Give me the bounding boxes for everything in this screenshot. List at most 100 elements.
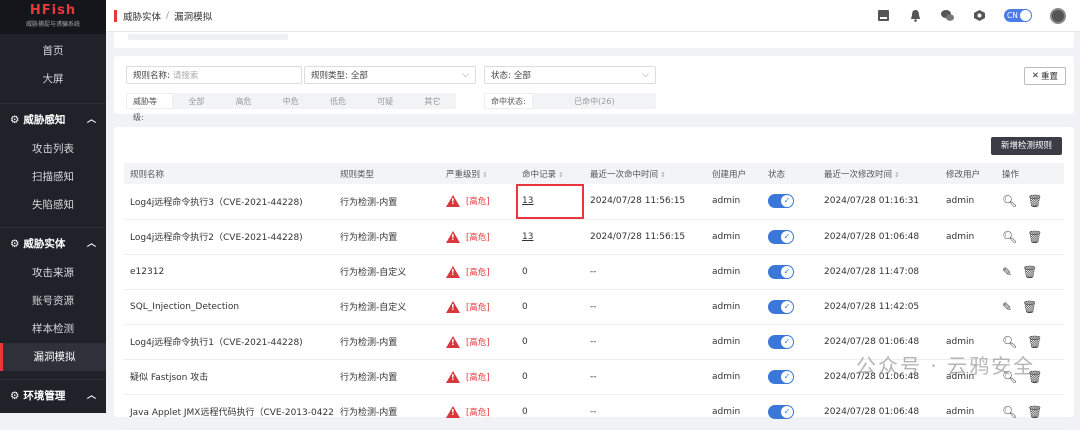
logo-name: HFish xyxy=(29,3,77,18)
edit-icon[interactable]: ✎ xyxy=(1002,265,1012,279)
rule-name-field[interactable]: 规则名称: 请搜索 xyxy=(126,66,302,84)
col-severity[interactable]: 严重级别 ⇕ xyxy=(440,163,516,184)
nav-group-threat-perception[interactable]: ⚙ 威胁感知 ︿ xyxy=(0,103,106,135)
breadcrumb-parent[interactable]: 威胁实体 xyxy=(123,9,161,23)
rule-name: Java Applet JMX远程代码执行（CVE-2013-0422) xyxy=(124,394,334,430)
view-detail-icon[interactable]: 🔍︎ xyxy=(1002,405,1017,419)
status-cell xyxy=(762,359,818,395)
severity-cell: [高危] xyxy=(440,359,516,395)
modifier: admin xyxy=(940,324,996,360)
delete-icon[interactable]: 🗑︎ xyxy=(1027,335,1042,349)
nav-group-env-management[interactable]: ⚙ 环境管理 ︿ xyxy=(0,379,106,411)
rule-name: SQL_Injection_Detection xyxy=(124,289,334,325)
hit-count[interactable]: 13 xyxy=(516,219,584,255)
view-detail-icon[interactable]: 🔍︎ xyxy=(1002,335,1017,349)
table-header: 规则名称 规则类型 严重级别 ⇕ 命中记录 ⇕ 最近一次命中时间 ⇕ 创建用户 状态 … xyxy=(124,163,1064,184)
language-toggle[interactable]: CN xyxy=(1004,9,1032,22)
threat-level-filter: 威胁等级: 全部 高危 中危 低危 可疑 其它 xyxy=(126,93,456,122)
view-detail-icon[interactable]: 🔍︎ xyxy=(1002,194,1017,208)
modified-time: 2024/07/28 11:47:08 xyxy=(818,254,940,290)
nav-compromise-perception[interactable]: 失陷感知 xyxy=(0,191,106,219)
col-modified[interactable]: 最近一次修改时间 ⇕ xyxy=(818,163,940,184)
reset-button[interactable]: ✕ 重置 xyxy=(1024,67,1066,85)
delete-icon[interactable]: 🗑︎ xyxy=(1027,405,1042,419)
rule-type: 行为检测-内置 xyxy=(334,219,440,255)
rule-type: 行为检测-内置 xyxy=(334,394,440,430)
rule-name: Log4j远程命令执行3（CVE-2021-44228) xyxy=(124,184,334,220)
avatar[interactable] xyxy=(1050,7,1066,24)
warning-icon xyxy=(446,405,460,418)
modifier: admin xyxy=(940,359,996,395)
status-cell xyxy=(762,254,818,290)
col-last-hit[interactable]: 最近一次命中时间 ⇕ xyxy=(584,163,706,184)
delete-icon[interactable]: 🗑︎ xyxy=(1022,265,1037,279)
nav-bigscreen[interactable]: 大屏 xyxy=(0,65,106,93)
col-hits[interactable]: 命中记录 ⇕ xyxy=(516,163,584,184)
nav-scan-perception[interactable]: 扫描感知 xyxy=(0,163,106,191)
nav-account-resource[interactable]: 账号资源 xyxy=(0,287,106,315)
nav-attack-list[interactable]: 攻击列表 xyxy=(0,135,106,163)
status-toggle[interactable] xyxy=(768,299,794,314)
book-icon[interactable] xyxy=(876,9,890,23)
delete-icon[interactable]: 🗑︎ xyxy=(1022,300,1037,314)
delete-icon[interactable]: 🗑︎ xyxy=(1027,230,1042,244)
edit-icon[interactable]: ✎ xyxy=(1002,300,1012,314)
nav-group-threat-entity[interactable]: ⚙ 威胁实体 ︿ xyxy=(0,227,106,259)
status-toggle[interactable] xyxy=(768,194,794,209)
delete-icon[interactable]: 🗑︎ xyxy=(1027,194,1042,208)
status-toggle[interactable] xyxy=(768,369,794,384)
bell-icon[interactable] xyxy=(908,9,922,23)
rule-type-select[interactable]: 规则类型: 全部 ⌵ xyxy=(304,66,476,84)
status-toggle[interactable] xyxy=(768,229,794,244)
table-row: 疑似 Fastjson 攻击行为检测-内置[高危]0--admin2024/07… xyxy=(124,359,1064,395)
nav-vuln-simulation[interactable]: 漏洞模拟 xyxy=(0,343,106,371)
creator: admin xyxy=(706,254,762,290)
wechat-icon[interactable] xyxy=(940,9,954,23)
view-detail-icon[interactable]: 🔍︎ xyxy=(1002,370,1017,384)
rule-type-label: 规则类型: xyxy=(311,71,348,81)
add-rule-button[interactable]: 新增检测规则 xyxy=(990,137,1062,155)
level-option[interactable]: 全部 xyxy=(173,96,220,107)
nav-sample-detection[interactable]: 样本检测 xyxy=(0,315,106,343)
modified-time: 2024/07/28 01:06:48 xyxy=(818,359,940,395)
rule-name-placeholder: 请搜索 xyxy=(172,71,199,81)
hit-count: 0 xyxy=(516,324,584,360)
hit-status-option[interactable]: 已命中(26) xyxy=(533,96,656,107)
level-option[interactable]: 高危 xyxy=(220,96,267,107)
ops-cell: 🔍︎ 🗑︎ xyxy=(996,394,1064,430)
nav-attack-source[interactable]: 攻击来源 xyxy=(0,259,106,287)
creator: admin xyxy=(706,394,762,430)
rules-card: 新增检测规则 规则名称 规则类型 严重级别 ⇕ 命中记录 ⇕ 最近一次命中时间 ⇕ 创… xyxy=(114,127,1074,430)
table-row: SQL_Injection_Detection行为检测-自定义 [高危] 0--ad… xyxy=(124,289,1064,325)
level-option[interactable]: 中危 xyxy=(267,96,314,107)
rule-name: Log4j远程命令执行1（CVE-2021-44228) xyxy=(124,324,334,360)
status-toggle[interactable] xyxy=(768,404,794,419)
breadcrumb-separator: / xyxy=(166,10,170,21)
hit-count: 0 xyxy=(516,394,584,430)
nav-home[interactable]: 首页 xyxy=(0,37,106,65)
col-creator: 创建用户 xyxy=(706,163,762,184)
status-toggle[interactable] xyxy=(768,334,794,349)
hit-count: 0 xyxy=(516,254,584,290)
level-option[interactable]: 低危 xyxy=(314,96,361,107)
severity-label: [高危] xyxy=(466,197,490,208)
severity-label: [高危] xyxy=(466,337,490,348)
hit-count[interactable]: 13 xyxy=(516,184,584,220)
threat-perception-icon: ⚙ xyxy=(10,113,20,126)
warning-icon xyxy=(446,195,460,208)
nav-group-label: 威胁感知 xyxy=(23,113,66,126)
level-option[interactable]: 其它 xyxy=(409,96,456,107)
chevron-down-icon: ⌵ xyxy=(462,70,469,80)
status-toggle[interactable] xyxy=(768,264,794,279)
breadcrumb-current: 漏洞模拟 xyxy=(174,11,213,23)
delete-icon[interactable]: 🗑︎ xyxy=(1027,370,1042,384)
nav-group-label: 环境管理 xyxy=(23,389,66,402)
threat-entity-icon: ⚙ xyxy=(10,237,20,250)
modified-time: 2024/07/28 01:16:31 xyxy=(818,184,940,220)
view-detail-icon[interactable]: 🔍︎ xyxy=(1002,230,1017,244)
status-select[interactable]: 状态: 全部 ⌵ xyxy=(484,66,656,84)
severity-cell: [高危] xyxy=(440,219,516,255)
level-option[interactable]: 可疑 xyxy=(362,96,409,107)
col-type: 规则类型 xyxy=(334,163,440,184)
shield-icon[interactable] xyxy=(972,9,986,23)
